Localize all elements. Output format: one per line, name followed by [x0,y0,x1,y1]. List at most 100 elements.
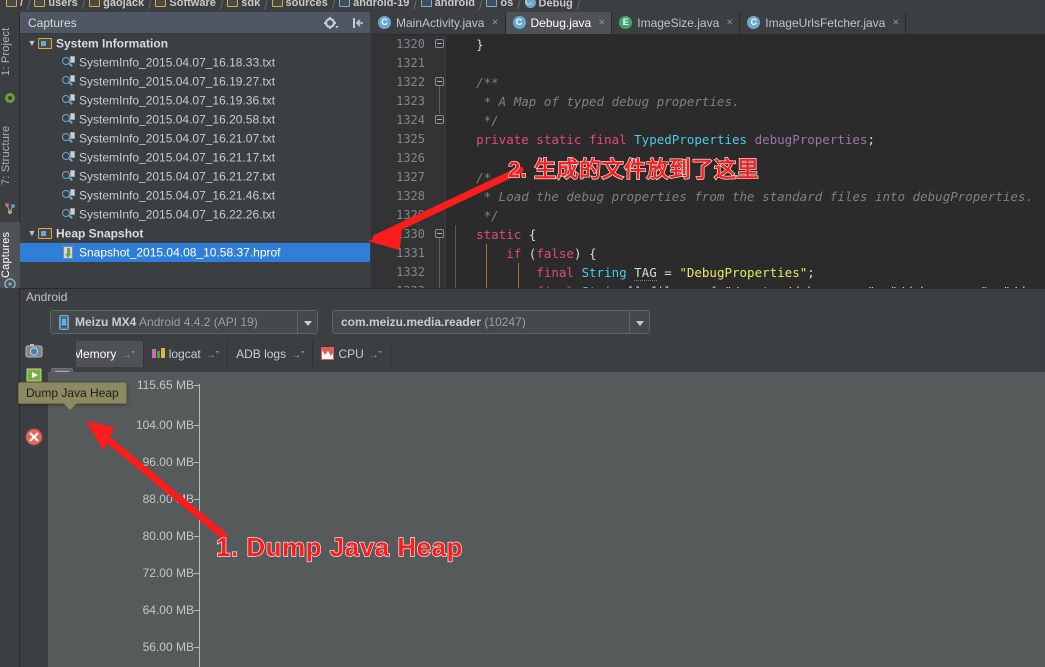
folder-blue-icon [486,0,497,7]
code-line: /* [446,168,491,187]
tree-group-heap-snapshot[interactable]: ▼ Heap Snapshot [20,224,370,243]
list-item[interactable]: SystemInfo_2015.04.07_16.21.07.txt [20,129,370,148]
folder-icon [38,38,52,49]
breadcrumb-item[interactable]: sources [272,0,328,10]
close-icon[interactable]: × [598,12,605,34]
tab-mainactivity-java[interactable]: C MainActivity.java × [371,12,506,35]
list-item-label: SystemInfo_2015.04.07_16.19.36.txt [79,93,275,107]
ide-window: //users/gaojack/Software/sdk/sources/and… [0,0,1045,667]
editor-gutter[interactable]: 1320 1321 1322 1323 1324 1325 1326 1327 … [371,35,431,288]
breadcrumb-item[interactable]: / [6,0,23,10]
folder-icon [89,0,100,7]
class-icon: C [513,16,526,29]
line-number: 1327 [396,168,425,187]
breadcrumb-item[interactable]: users [34,0,77,10]
breadcrumb-item[interactable]: sdk [227,0,260,10]
list-item-label: SystemInfo_2015.04.07_16.21.07.txt [79,131,275,145]
dump-java-heap-tooltip: Dump Java Heap [18,382,127,404]
list-item[interactable]: SystemInfo_2015.04.07_16.21.27.txt [20,167,370,186]
system-info-icon [62,94,75,107]
tree-group-label: Heap Snapshot [56,226,143,240]
pin-icon[interactable]: →” [206,350,219,361]
twisty-icon[interactable]: ▼ [26,224,38,243]
pin-icon[interactable]: →” [369,350,382,361]
list-item-label: SystemInfo_2015.04.07_16.18.33.txt [79,55,275,69]
memory-chart[interactable]: 115.65 MB 104.00 MB 96.00 MB 88.00 MB 80… [48,372,1045,667]
y-tick [194,462,199,463]
terminate-icon[interactable] [23,426,45,448]
list-item-label: SystemInfo_2015.04.07_16.19.27.txt [79,74,275,88]
chevron-down-icon[interactable] [297,311,317,333]
close-icon[interactable]: × [726,12,733,34]
list-item[interactable]: SystemInfo_2015.04.07_16.22.26.txt [20,205,370,224]
android-title: Android [26,290,67,304]
breadcrumb-separator: / [513,0,524,12]
list-item-label: Snapshot_2015.04.08_10.58.37.hprof [79,245,281,259]
tab-label: Debug.java [531,16,592,30]
breadcrumb-item[interactable]: Software [155,0,215,10]
tab-imagesize-java[interactable]: EImageSize.java× [612,12,740,35]
screenshot-icon[interactable] [23,340,45,362]
captures-header: Captures [20,12,370,34]
breadcrumb-separator: / [328,0,339,12]
tab-debug-java[interactable]: C Debug.java × [506,12,613,35]
fold-marker-icon[interactable] [435,39,444,48]
tab-adb-logs[interactable]: ADB logs→” [228,341,313,367]
fold-marker-icon[interactable] [435,77,444,86]
tab-label: MainActivity.java [396,16,484,30]
line-number: 1332 [396,263,425,282]
tab-logcat[interactable]: logcat→” [144,341,228,367]
device-icon [59,315,69,330]
system-info-icon [62,132,75,145]
y-tick [194,425,199,426]
collapse-all-icon[interactable] [350,16,366,30]
list-item[interactable]: SystemInfo_2015.04.07_16.20.58.txt [20,110,370,129]
y-tick-label: 96.00 MB [58,455,194,469]
fold-marker-icon[interactable] [435,229,444,238]
tab-imageurlsfetcher-java[interactable]: CImageUrlsFetcher.java× [740,12,906,35]
code-line: */ [446,206,499,225]
list-item-selected[interactable]: Snapshot_2015.04.08_10.58.37.hprof [20,243,370,262]
class-icon: C [378,16,391,29]
sidebar-item-structure[interactable]: 7: Structure [0,112,20,198]
list-item[interactable]: SystemInfo_2015.04.07_16.19.27.txt [20,72,370,91]
captures-tree[interactable]: ▼System Information SystemInfo_2015.04.0… [20,34,370,294]
list-item[interactable]: SystemInfo_2015.04.07_16.21.17.txt [20,148,370,167]
close-icon[interactable]: × [892,12,899,34]
structure-icon [4,202,16,214]
tree-group-system-information[interactable]: ▼System Information [20,34,370,53]
list-item[interactable]: SystemInfo_2015.04.07_16.21.46.txt [20,186,370,205]
editor-tabbar: CMainActivity.java×CDebug.java×EImageSiz… [371,12,1045,35]
breadcrumb-item[interactable]: android [421,0,475,10]
twisty-icon[interactable]: ▼ [26,34,38,53]
tab-cpu[interactable]: CPU→” [313,341,391,367]
tab-label: ImageUrlsFetcher.java [765,16,885,30]
breadcrumb-item[interactable]: os [486,0,513,10]
line-number: 1321 [396,54,425,73]
breadcrumb-item[interactable]: CDebug [525,0,573,10]
pin-icon[interactable]: →” [121,350,134,361]
device-selector[interactable]: Meizu MX4 Android 4.4.2 (API 19) [50,310,318,334]
breadcrumb-item[interactable]: gaojack [89,0,144,10]
chevron-down-icon[interactable] [629,311,649,333]
breadcrumb-label: gaojack [103,0,144,9]
tab-label: ImageSize.java [637,16,719,30]
chart-y-axis [199,384,200,667]
breadcrumb-item[interactable]: android-19 [339,0,409,10]
pin-icon[interactable]: →” [291,350,304,361]
list-item[interactable]: SystemInfo_2015.04.07_16.19.36.txt [20,91,370,110]
folder-blue-icon [421,0,432,7]
gear-icon[interactable] [323,16,339,30]
code-line: * A Map of typed debug properties. [446,92,740,111]
process-pid: (10247) [484,315,525,329]
list-item[interactable]: SystemInfo_2015.04.07_16.18.33.txt [20,53,370,72]
editor-area: CMainActivity.java×CDebug.java×EImageSiz… [371,12,1045,288]
code-line: final String TAG = "DebugProperties"; [446,263,815,282]
fold-marker-icon[interactable] [435,115,444,124]
editor-fold-gutter[interactable] [431,35,446,288]
close-icon[interactable]: × [491,12,498,34]
sidebar-item-project[interactable]: 1: Project [0,16,20,88]
annotation-label-2: 2. 生成的文件放到了这里 [508,152,759,184]
process-selector[interactable]: com.meizu.media.reader (10247) [332,310,650,334]
breadcrumb-separator: / [573,0,584,12]
